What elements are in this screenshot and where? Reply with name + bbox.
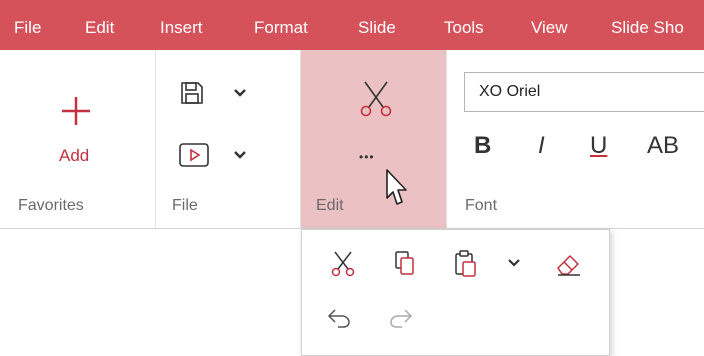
chevron-down-icon[interactable] bbox=[232, 148, 248, 162]
undo-icon[interactable] bbox=[326, 306, 352, 330]
menu-slideshow[interactable]: Slide Sho bbox=[611, 0, 684, 50]
save-icon bbox=[181, 82, 203, 104]
eraser-icon[interactable] bbox=[554, 248, 584, 278]
more-button[interactable]: ••• bbox=[359, 150, 375, 164]
menu-edit[interactable]: Edit bbox=[85, 0, 114, 50]
font-name-field[interactable]: XO Oriel bbox=[464, 72, 704, 112]
favorites-group-label: Favorites bbox=[18, 197, 84, 214]
italic-button[interactable]: I bbox=[538, 132, 545, 160]
add-label: Add bbox=[59, 146, 90, 165]
menu-view[interactable]: View bbox=[531, 0, 568, 50]
bold-button[interactable]: B bbox=[474, 132, 491, 160]
underline-button[interactable]: U bbox=[590, 132, 607, 160]
plus-icon bbox=[62, 97, 90, 125]
chevron-down-icon[interactable] bbox=[506, 256, 522, 270]
edit-group-label: Edit bbox=[316, 197, 344, 214]
chevron-down-icon[interactable] bbox=[232, 86, 248, 100]
play-icon bbox=[179, 143, 209, 167]
file-group-label: File bbox=[172, 197, 198, 214]
menu-tools[interactable]: Tools bbox=[444, 0, 484, 50]
menu-file[interactable]: File bbox=[14, 0, 41, 50]
group-separator bbox=[446, 50, 447, 228]
strikethrough-button[interactable]: AB bbox=[647, 132, 679, 160]
redo-icon[interactable] bbox=[388, 306, 414, 330]
menu-format[interactable]: Format bbox=[254, 0, 308, 50]
menubar: File Edit Insert Format Slide Tools View… bbox=[0, 0, 704, 50]
font-group-label: Font bbox=[465, 197, 498, 214]
font-name-value: XO Oriel bbox=[479, 83, 541, 100]
copy-icon[interactable] bbox=[394, 250, 416, 278]
paste-icon[interactable] bbox=[454, 249, 478, 279]
mouse-cursor-icon bbox=[386, 169, 407, 205]
group-separator bbox=[155, 50, 156, 228]
scissors-icon bbox=[360, 81, 392, 117]
group-separator bbox=[300, 50, 301, 228]
scissors-icon[interactable] bbox=[330, 250, 356, 278]
edit-popup-menu bbox=[301, 229, 610, 356]
menu-slide[interactable]: Slide bbox=[358, 0, 396, 50]
menu-insert[interactable]: Insert bbox=[160, 0, 203, 50]
